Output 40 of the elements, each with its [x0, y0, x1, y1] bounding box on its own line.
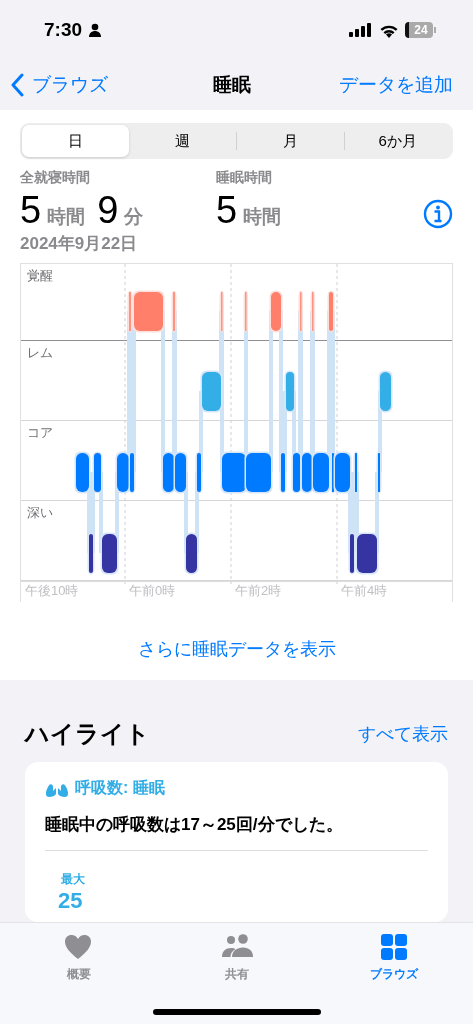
stat-value: 9	[97, 189, 119, 232]
clock-time: 7:30	[44, 19, 83, 41]
range-tab[interactable]: 日	[22, 125, 129, 157]
tab-bar-item[interactable]: 概要	[0, 931, 158, 984]
stat-label: 最大	[61, 871, 86, 888]
unit-label: 分	[124, 205, 144, 229]
range-tab[interactable]: 週	[129, 125, 236, 157]
add-data-button[interactable]: データを追加	[339, 72, 453, 98]
tab-bar-item[interactable]: 共有	[157, 931, 316, 984]
stat-value: 5	[20, 189, 42, 232]
stage-label: コア	[27, 425, 53, 440]
unit-label: 時間	[47, 205, 86, 229]
tab-bar-item[interactable]: ブラウズ	[315, 931, 473, 984]
stat-value: 5	[216, 189, 238, 232]
time-label: 午後10時	[24, 582, 80, 600]
date-label: 2024年9月22日	[20, 233, 139, 255]
stat-label: 全就寝時間	[20, 169, 91, 187]
back-button[interactable]: ブラウズ	[10, 72, 108, 98]
stage-label: レム	[27, 345, 53, 360]
stat-value: 25	[58, 888, 84, 914]
page-title: 睡眠	[212, 73, 251, 97]
time-label: 午前0時	[128, 582, 177, 600]
time-label: 午前2時	[234, 582, 283, 600]
section-title: ハイライト	[25, 719, 150, 749]
show-more-link[interactable]: さらに睡眠データを表示	[131, 636, 342, 662]
show-all-link[interactable]: すべて表示	[358, 722, 448, 746]
card-title: 呼吸数: 睡眠	[75, 778, 165, 798]
chevron-left-icon	[10, 73, 24, 97]
person-icon	[88, 23, 103, 37]
summary-text: 睡眠中の呼吸数は17～25回/分でした。	[45, 813, 428, 851]
unit-label: 時間	[243, 205, 282, 229]
info-icon[interactable]	[423, 199, 453, 229]
stage-label: 覚醒	[27, 268, 53, 283]
stat-label: 睡眠時間	[216, 169, 273, 187]
time-label: 午前4時	[340, 582, 389, 600]
range-tab[interactable]: 6か月	[344, 125, 451, 157]
highlight-card[interactable]: 呼吸数: 睡眠 睡眠中の呼吸数は17～25回/分でした。 最大 25	[25, 762, 448, 922]
range-tab[interactable]: 月	[237, 125, 344, 157]
stage-label: 深い	[27, 505, 53, 520]
signal-icon	[349, 23, 373, 37]
